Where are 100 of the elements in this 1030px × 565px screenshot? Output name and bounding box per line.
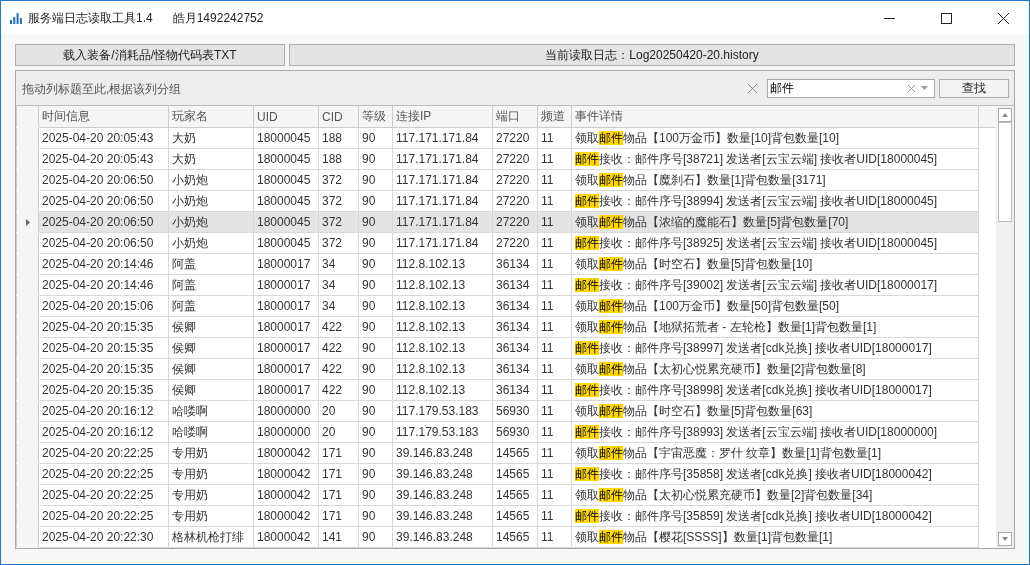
current-log-button[interactable]: 当前读取日志：Log20250420-20.history: [289, 44, 1015, 66]
table-cell: 39.146.83.248: [392, 484, 493, 506]
table-cell: 2025-04-20 20:22:25: [38, 484, 169, 506]
table-cell: 34: [318, 295, 359, 317]
table-cell: 14565: [492, 463, 538, 485]
table-cell: 112.8.102.13: [392, 295, 493, 317]
table-cell: 18000000: [253, 400, 319, 422]
table-cell: 哈喽啊: [168, 400, 254, 422]
table-cell: 90: [358, 316, 393, 338]
table-cell: 邮件接收：邮件序号[38994] 发送者[云宝云端] 接收者UID[18000045]: [571, 190, 979, 212]
table-cell: 34: [318, 274, 359, 296]
table-cell: 27220: [492, 190, 538, 212]
table-cell: 2025-04-20 20:05:43: [38, 148, 169, 170]
table-cell: 2025-04-20 20:15:35: [38, 337, 169, 359]
table-cell: 2025-04-20 20:15:06: [38, 295, 169, 317]
find-button[interactable]: 查找: [939, 78, 1009, 98]
table-cell: 11: [537, 421, 572, 443]
table-cell: 专用奶: [168, 442, 254, 464]
table-cell: 18000000: [253, 421, 319, 443]
table-cell: 117.171.171.84: [392, 169, 493, 191]
column-header[interactable]: 时间信息: [38, 106, 169, 128]
table-cell: 专用奶: [168, 463, 254, 485]
table-cell: 18000017: [253, 337, 319, 359]
table-cell: 11: [537, 526, 572, 548]
table-cell: 36134: [492, 358, 538, 380]
table-cell: 18000045: [253, 190, 319, 212]
table-cell: 专用奶: [168, 484, 254, 506]
table-cell: 18000045: [253, 148, 319, 170]
table-cell: 11: [537, 295, 572, 317]
table-cell: 11: [537, 316, 572, 338]
table-cell: 18000042: [253, 484, 319, 506]
search-field[interactable]: 邮件: [767, 78, 935, 98]
column-header[interactable]: UID: [253, 106, 319, 128]
scroll-down-icon[interactable]: [998, 532, 1012, 546]
load-table-button[interactable]: 载入装备/消耗品/怪物代码表TXT: [15, 44, 285, 66]
table-cell: 18000017: [253, 316, 319, 338]
group-by-hint: 拖动列标题至此,根据该列分组: [22, 81, 182, 98]
column-header[interactable]: 频道: [537, 106, 572, 128]
table-cell: 36134: [492, 253, 538, 275]
table-cell: 112.8.102.13: [392, 316, 493, 338]
column-header[interactable]: 连接IP: [392, 106, 493, 128]
table-cell: 188: [318, 127, 359, 149]
table-cell: 112.8.102.13: [392, 274, 493, 296]
table-cell: 422: [318, 316, 359, 338]
table-cell: 11: [537, 379, 572, 401]
table-cell: 18000017: [253, 379, 319, 401]
table-cell: 11: [537, 505, 572, 527]
clear-icon[interactable]: [908, 84, 915, 92]
table-cell: 2025-04-20 20:22:30: [38, 526, 169, 548]
table-cell: 39.146.83.248: [392, 505, 493, 527]
table-cell: 邮件接收：邮件序号[35858] 发送者[cdk兑换] 接收者UID[18000042]: [571, 463, 979, 485]
scrollbar[interactable]: [996, 106, 1014, 548]
table-cell: 90: [358, 358, 393, 380]
table-cell: 侯卿: [168, 316, 254, 338]
table-cell: 2025-04-20 20:22:25: [38, 463, 169, 485]
column-header[interactable]: 等级: [358, 106, 393, 128]
table-cell: 邮件接收：邮件序号[38997] 发送者[cdk兑换] 接收者UID[18000017]: [571, 337, 979, 359]
table-cell: 2025-04-20 20:06:50: [38, 190, 169, 212]
table-cell: 90: [358, 442, 393, 464]
table-cell: 27220: [492, 127, 538, 149]
table-cell: 18000017: [253, 295, 319, 317]
table-cell: 141: [318, 526, 359, 548]
table-cell: 90: [358, 127, 393, 149]
table-cell: 372: [318, 169, 359, 191]
column-header[interactable]: 端口: [492, 106, 538, 128]
table-cell: 阿盖: [168, 253, 254, 275]
table-cell: 14565: [492, 484, 538, 506]
table-cell: 39.146.83.248: [392, 526, 493, 548]
table-cell: 2025-04-20 20:14:46: [38, 253, 169, 275]
maximize-icon[interactable]: [941, 12, 952, 24]
table-cell: 18000017: [253, 358, 319, 380]
column-header[interactable]: 事件详情: [571, 106, 979, 128]
column-header[interactable]: 玩家名: [168, 106, 254, 128]
table-cell: 11: [537, 484, 572, 506]
close-icon[interactable]: [998, 12, 1009, 24]
table-cell: 36134: [492, 379, 538, 401]
table-cell: 112.8.102.13: [392, 358, 493, 380]
clear-icon[interactable]: [748, 83, 757, 93]
table-cell: 小奶炮: [168, 190, 254, 212]
dropdown-icon[interactable]: [921, 86, 928, 90]
column-header[interactable]: CID: [318, 106, 359, 128]
table-cell: 90: [358, 169, 393, 191]
scroll-thumb[interactable]: [998, 122, 1012, 222]
table-cell: 117.179.53.183: [392, 421, 493, 443]
table-cell: 171: [318, 484, 359, 506]
table-cell: 大奶: [168, 127, 254, 149]
table-cell: 领取邮件物品【樱花[SSSS]】数量[1]背包数量[1]: [571, 526, 979, 548]
table-cell: 领取邮件物品【时空石】数量[5]背包数量[63]: [571, 400, 979, 422]
table-cell: 14565: [492, 442, 538, 464]
table-cell: 18000042: [253, 526, 319, 548]
table-cell: 90: [358, 337, 393, 359]
table-cell: 39.146.83.248: [392, 463, 493, 485]
table-cell: 188: [318, 148, 359, 170]
table-cell: 36134: [492, 316, 538, 338]
table-cell: 2025-04-20 20:22:25: [38, 442, 169, 464]
table-cell: 格林机枪打绯: [168, 526, 254, 548]
search-input[interactable]: 邮件: [768, 81, 902, 95]
scroll-up-icon[interactable]: [998, 108, 1012, 122]
table-cell: 阿盖: [168, 274, 254, 296]
table-cell: 90: [358, 526, 393, 548]
